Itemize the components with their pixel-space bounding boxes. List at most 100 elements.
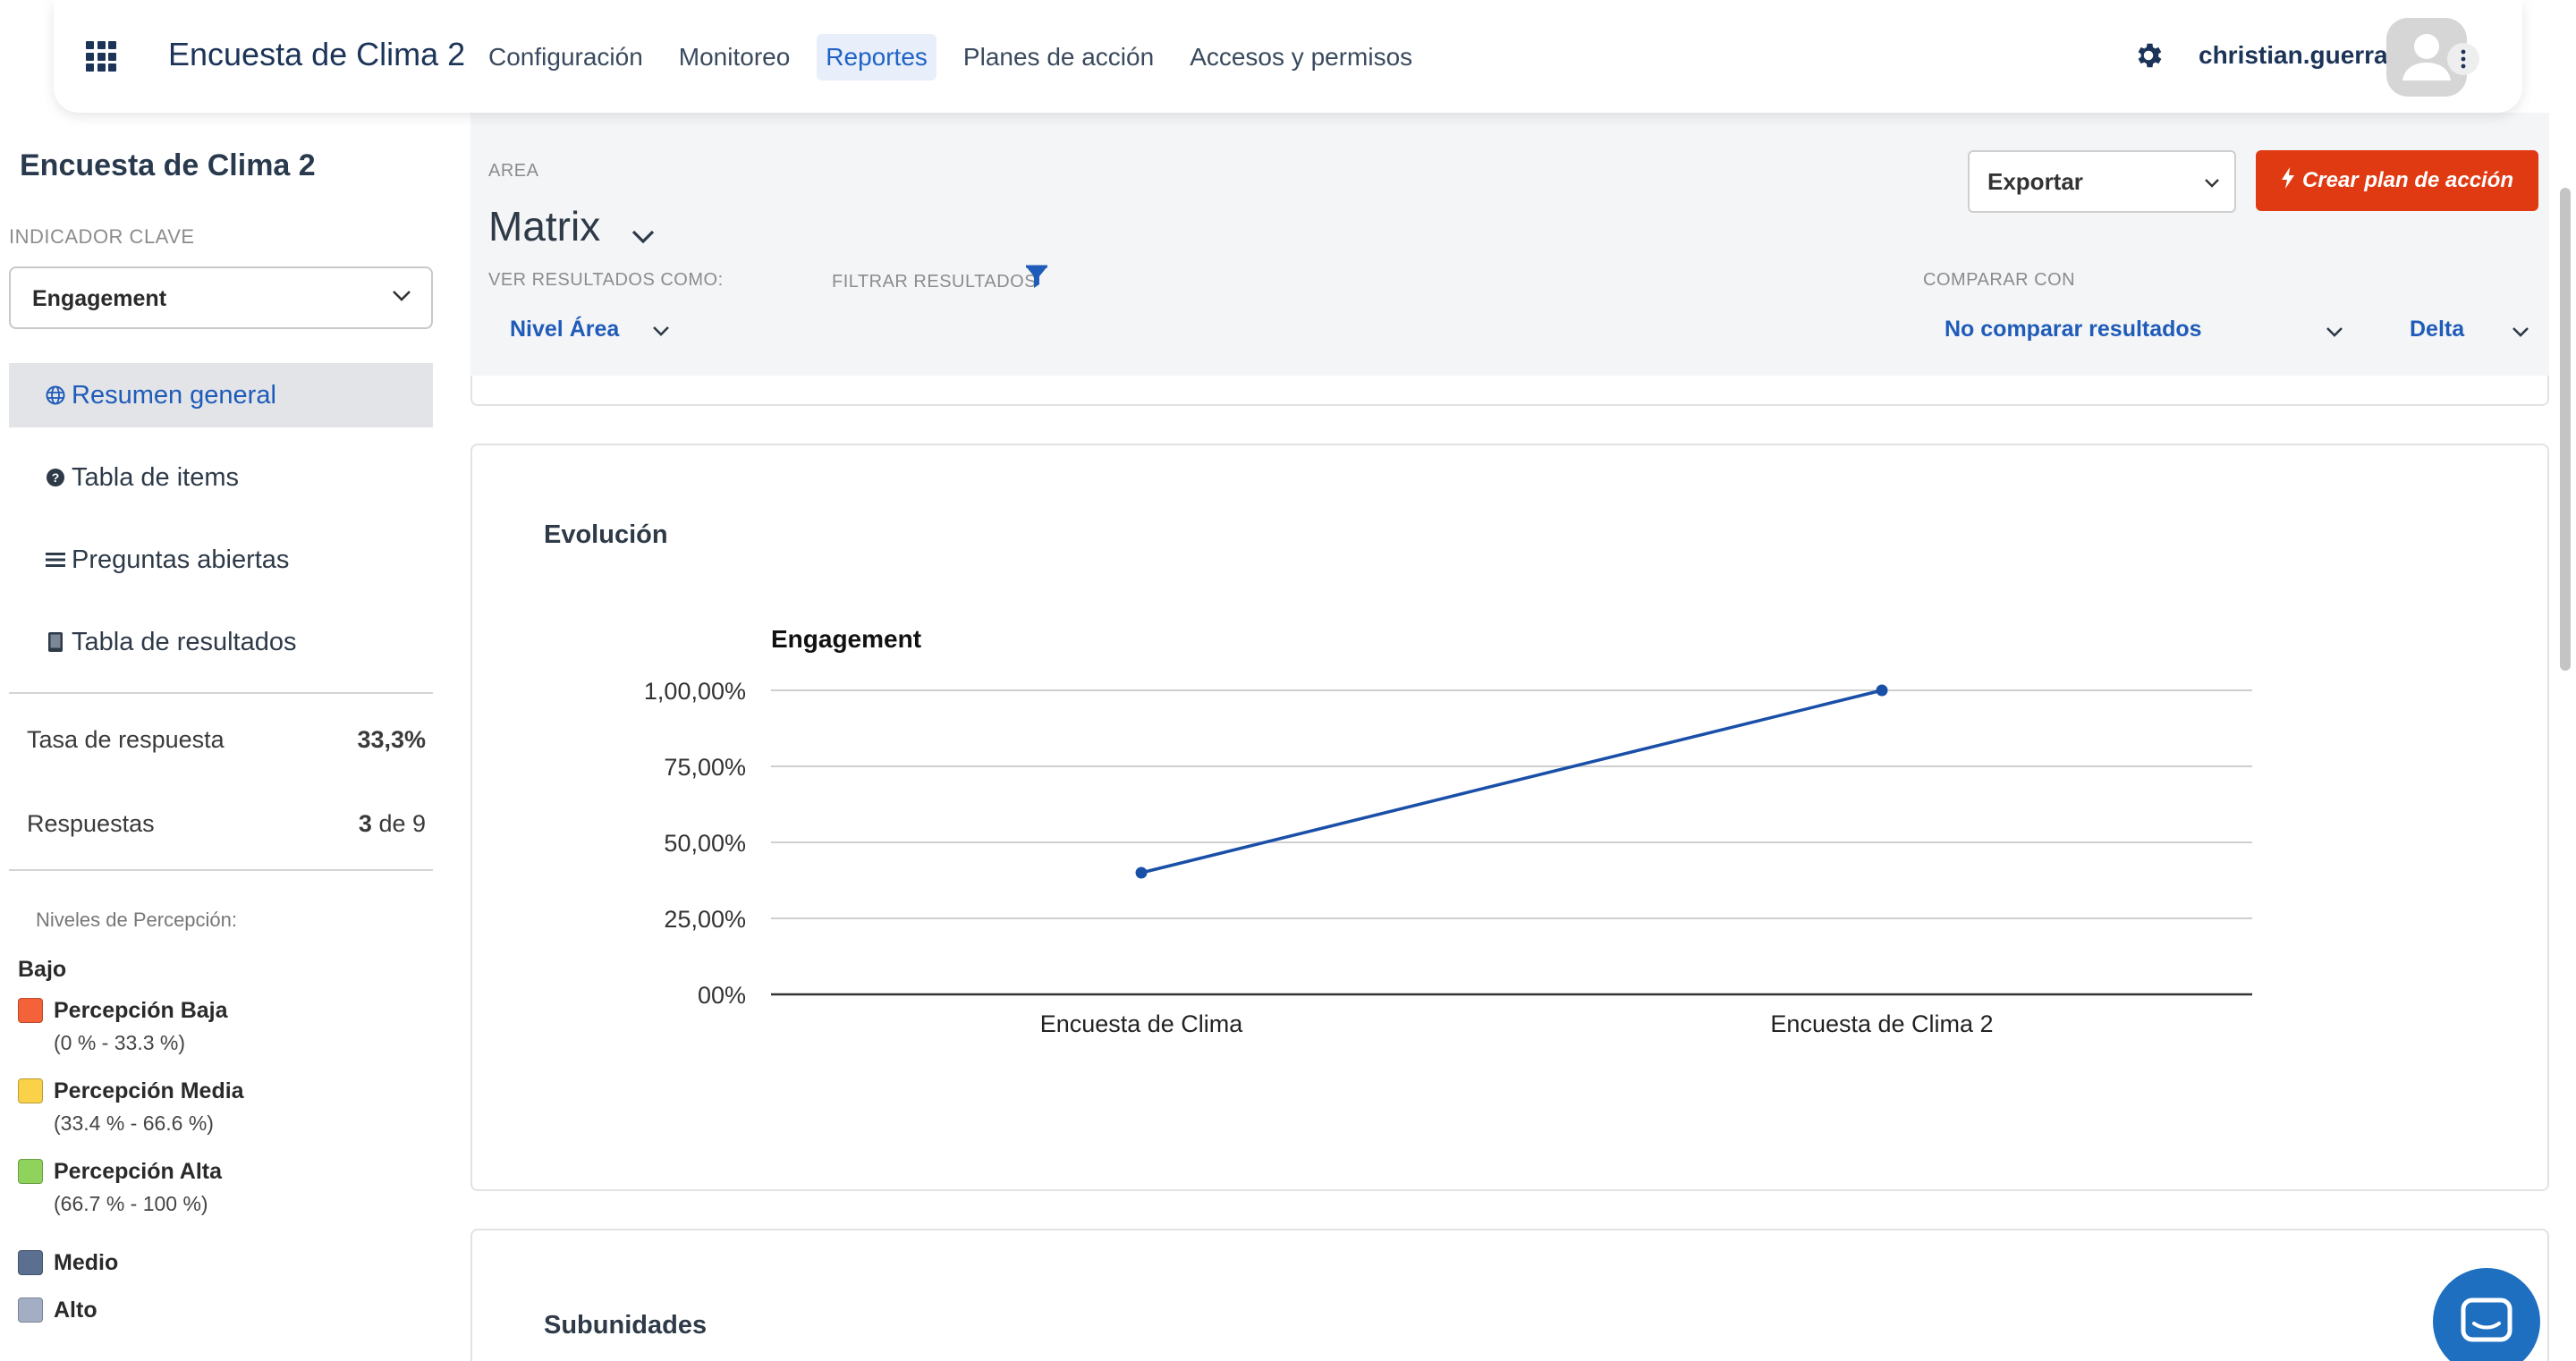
nav-monitoreo[interactable]: Monitoreo	[670, 34, 800, 80]
legend-range: (66.7 % - 100 %)	[54, 1192, 208, 1215]
nav-configuracion[interactable]: Configuración	[479, 34, 652, 80]
evolution-line-chart: Engagement 00% 25,00% 50,00% 75,00% 1,00,00% E…	[644, 625, 2252, 1037]
subunits-card: Subunidades	[470, 1229, 2549, 1361]
filter-results-label[interactable]: FILTRAR RESULTADOS	[832, 272, 1037, 292]
response-rate-value: 33,3%	[357, 726, 426, 753]
area-value: Matrix	[488, 203, 601, 249]
top-navbar: Encuesta de Clima 2 Configuración Monito…	[54, 0, 2522, 113]
x-tick-label: Encuesta de Clima 2	[1770, 1010, 1993, 1037]
y-tick-label: 75,00%	[664, 754, 746, 781]
perception-legend-title: Niveles de Percepción:	[36, 909, 238, 931]
apps-grid-icon[interactable]	[86, 41, 116, 72]
export-select[interactable]: Exportar	[1968, 150, 2236, 213]
area-label: AREA	[488, 161, 539, 181]
legend-range: (0 % - 33.3 %)	[54, 1031, 185, 1054]
subunits-card-title: Subunidades	[544, 1311, 708, 1340]
kpi-select-value: Engagement	[32, 286, 167, 311]
menu-label: Tabla de items	[72, 462, 239, 492]
kpi-label: INDICADOR CLAVE	[9, 225, 195, 248]
legend-item-baja: Percepción Baja (0 % - 33.3 %)	[18, 998, 228, 1055]
legend-range: (33.4 % - 66.6 %)	[54, 1112, 214, 1135]
evolution-card: Evolución Engagement 00% 25,00% 50,00% 75,00…	[470, 444, 2549, 1191]
legend-item-alta: Percepción Alta (66.7 % - 100 %)	[18, 1159, 222, 1216]
compare-value: No comparar resultados	[1945, 317, 2202, 342]
compare-select[interactable]: No comparar resultados	[1945, 317, 2202, 342]
responses-total: de 9	[378, 810, 426, 837]
menu-tabla-de-resultados[interactable]: Tabla de resultados	[9, 610, 433, 674]
nav-reportes[interactable]: Reportes	[817, 34, 936, 80]
filter-panel: AREA Matrix VER RESULTADOS COMO: Nivel Á…	[470, 113, 2549, 381]
divider	[9, 692, 433, 694]
chart-title: Engagement	[771, 625, 921, 653]
color-swatch	[18, 998, 43, 1023]
legend-label: Alto	[54, 1298, 97, 1323]
legend-label: Medio	[54, 1250, 119, 1275]
main-nav: Configuración Monitoreo Reportes Planes …	[479, 34, 1439, 80]
data-point	[1876, 684, 1888, 697]
menu-label: Resumen general	[72, 380, 276, 410]
chevron-down-icon	[631, 206, 655, 254]
help-circle-icon: ?	[45, 467, 66, 488]
app-title[interactable]: Encuesta de Clima 2	[168, 36, 465, 73]
y-tick-label: 00%	[698, 982, 746, 1009]
responses-label: Respuestas	[27, 810, 155, 837]
chevron-down-icon[interactable]	[2512, 325, 2529, 342]
legend-item-media: Percepción Media (33.4 % - 66.6 %)	[18, 1078, 244, 1136]
create-action-plan-label: Crear plan de acción	[2301, 168, 2514, 192]
previous-card-edge	[470, 376, 2549, 406]
legend-label: Percepción Baja	[54, 998, 228, 1023]
area-select[interactable]: Matrix	[488, 202, 655, 254]
view-as-label: VER RESULTADOS COMO:	[488, 270, 724, 290]
more-vertical-icon[interactable]	[2447, 43, 2479, 75]
svg-text:?: ?	[52, 470, 60, 485]
legend-item-medio: Medio	[18, 1250, 118, 1276]
menu-label: Preguntas abiertas	[72, 545, 290, 574]
filter-icon[interactable]	[1025, 265, 1048, 294]
y-tick-label: 1,00,00%	[644, 678, 746, 705]
y-tick-label: 25,00%	[664, 906, 746, 933]
page-scrollbar[interactable]	[2560, 188, 2571, 671]
lightning-icon	[2281, 166, 2295, 195]
username[interactable]: christian.guerra	[2199, 41, 2388, 70]
series-line	[1140, 689, 1883, 875]
color-swatch	[18, 1298, 43, 1323]
chevron-down-icon	[2204, 177, 2220, 193]
nav-planes-de-accion[interactable]: Planes de acción	[954, 34, 1163, 80]
chevron-down-icon	[652, 317, 670, 342]
response-rate-label: Tasa de respuesta	[27, 726, 225, 753]
compare-label: COMPARAR CON	[1923, 270, 2076, 290]
sidebar: Encuesta de Clima 2 INDICADOR CLAVE Enga…	[0, 113, 444, 1361]
legend-group-bajo: Bajo	[18, 957, 67, 982]
menu-label: Tabla de resultados	[72, 627, 297, 656]
create-action-plan-button[interactable]: Crear plan de acción	[2256, 150, 2538, 211]
color-swatch	[18, 1159, 43, 1184]
tablet-icon	[45, 631, 66, 653]
menu-preguntas-abiertas[interactable]: Preguntas abiertas	[9, 528, 433, 592]
gear-icon[interactable]	[2132, 39, 2165, 72]
legend-item-alto: Alto	[18, 1298, 97, 1323]
menu-tabla-de-items[interactable]: ? Tabla de items	[9, 445, 433, 510]
delta-value: Delta	[2410, 317, 2465, 342]
nav-accesos-y-permisos[interactable]: Accesos y permisos	[1181, 34, 1421, 80]
legend-label: Percepción Alta	[54, 1159, 223, 1184]
divider	[9, 869, 433, 871]
y-tick-label: 50,00%	[664, 830, 746, 857]
kpi-select[interactable]: Engagement	[9, 266, 433, 329]
chevron-down-icon[interactable]	[2326, 325, 2343, 342]
color-swatch	[18, 1250, 43, 1275]
data-point	[1135, 866, 1148, 879]
chevron-down-icon	[392, 290, 411, 307]
menu-resumen-general[interactable]: Resumen general	[9, 363, 433, 427]
delta-select[interactable]: Delta	[2410, 317, 2464, 342]
survey-title: Encuesta de Clima 2	[20, 148, 316, 182]
view-as-select[interactable]: Nivel Área	[510, 317, 670, 342]
legend-label: Percepción Media	[54, 1078, 244, 1103]
color-swatch	[18, 1078, 43, 1103]
list-icon	[45, 549, 66, 571]
globe-icon	[45, 385, 66, 406]
responses-value: 3 de 9	[359, 810, 426, 838]
view-as-value: Nivel Área	[510, 317, 620, 342]
x-tick-label: Encuesta de Clima	[1040, 1010, 1244, 1037]
chat-icon	[2461, 1298, 2512, 1342]
export-value: Exportar	[1987, 168, 2083, 195]
